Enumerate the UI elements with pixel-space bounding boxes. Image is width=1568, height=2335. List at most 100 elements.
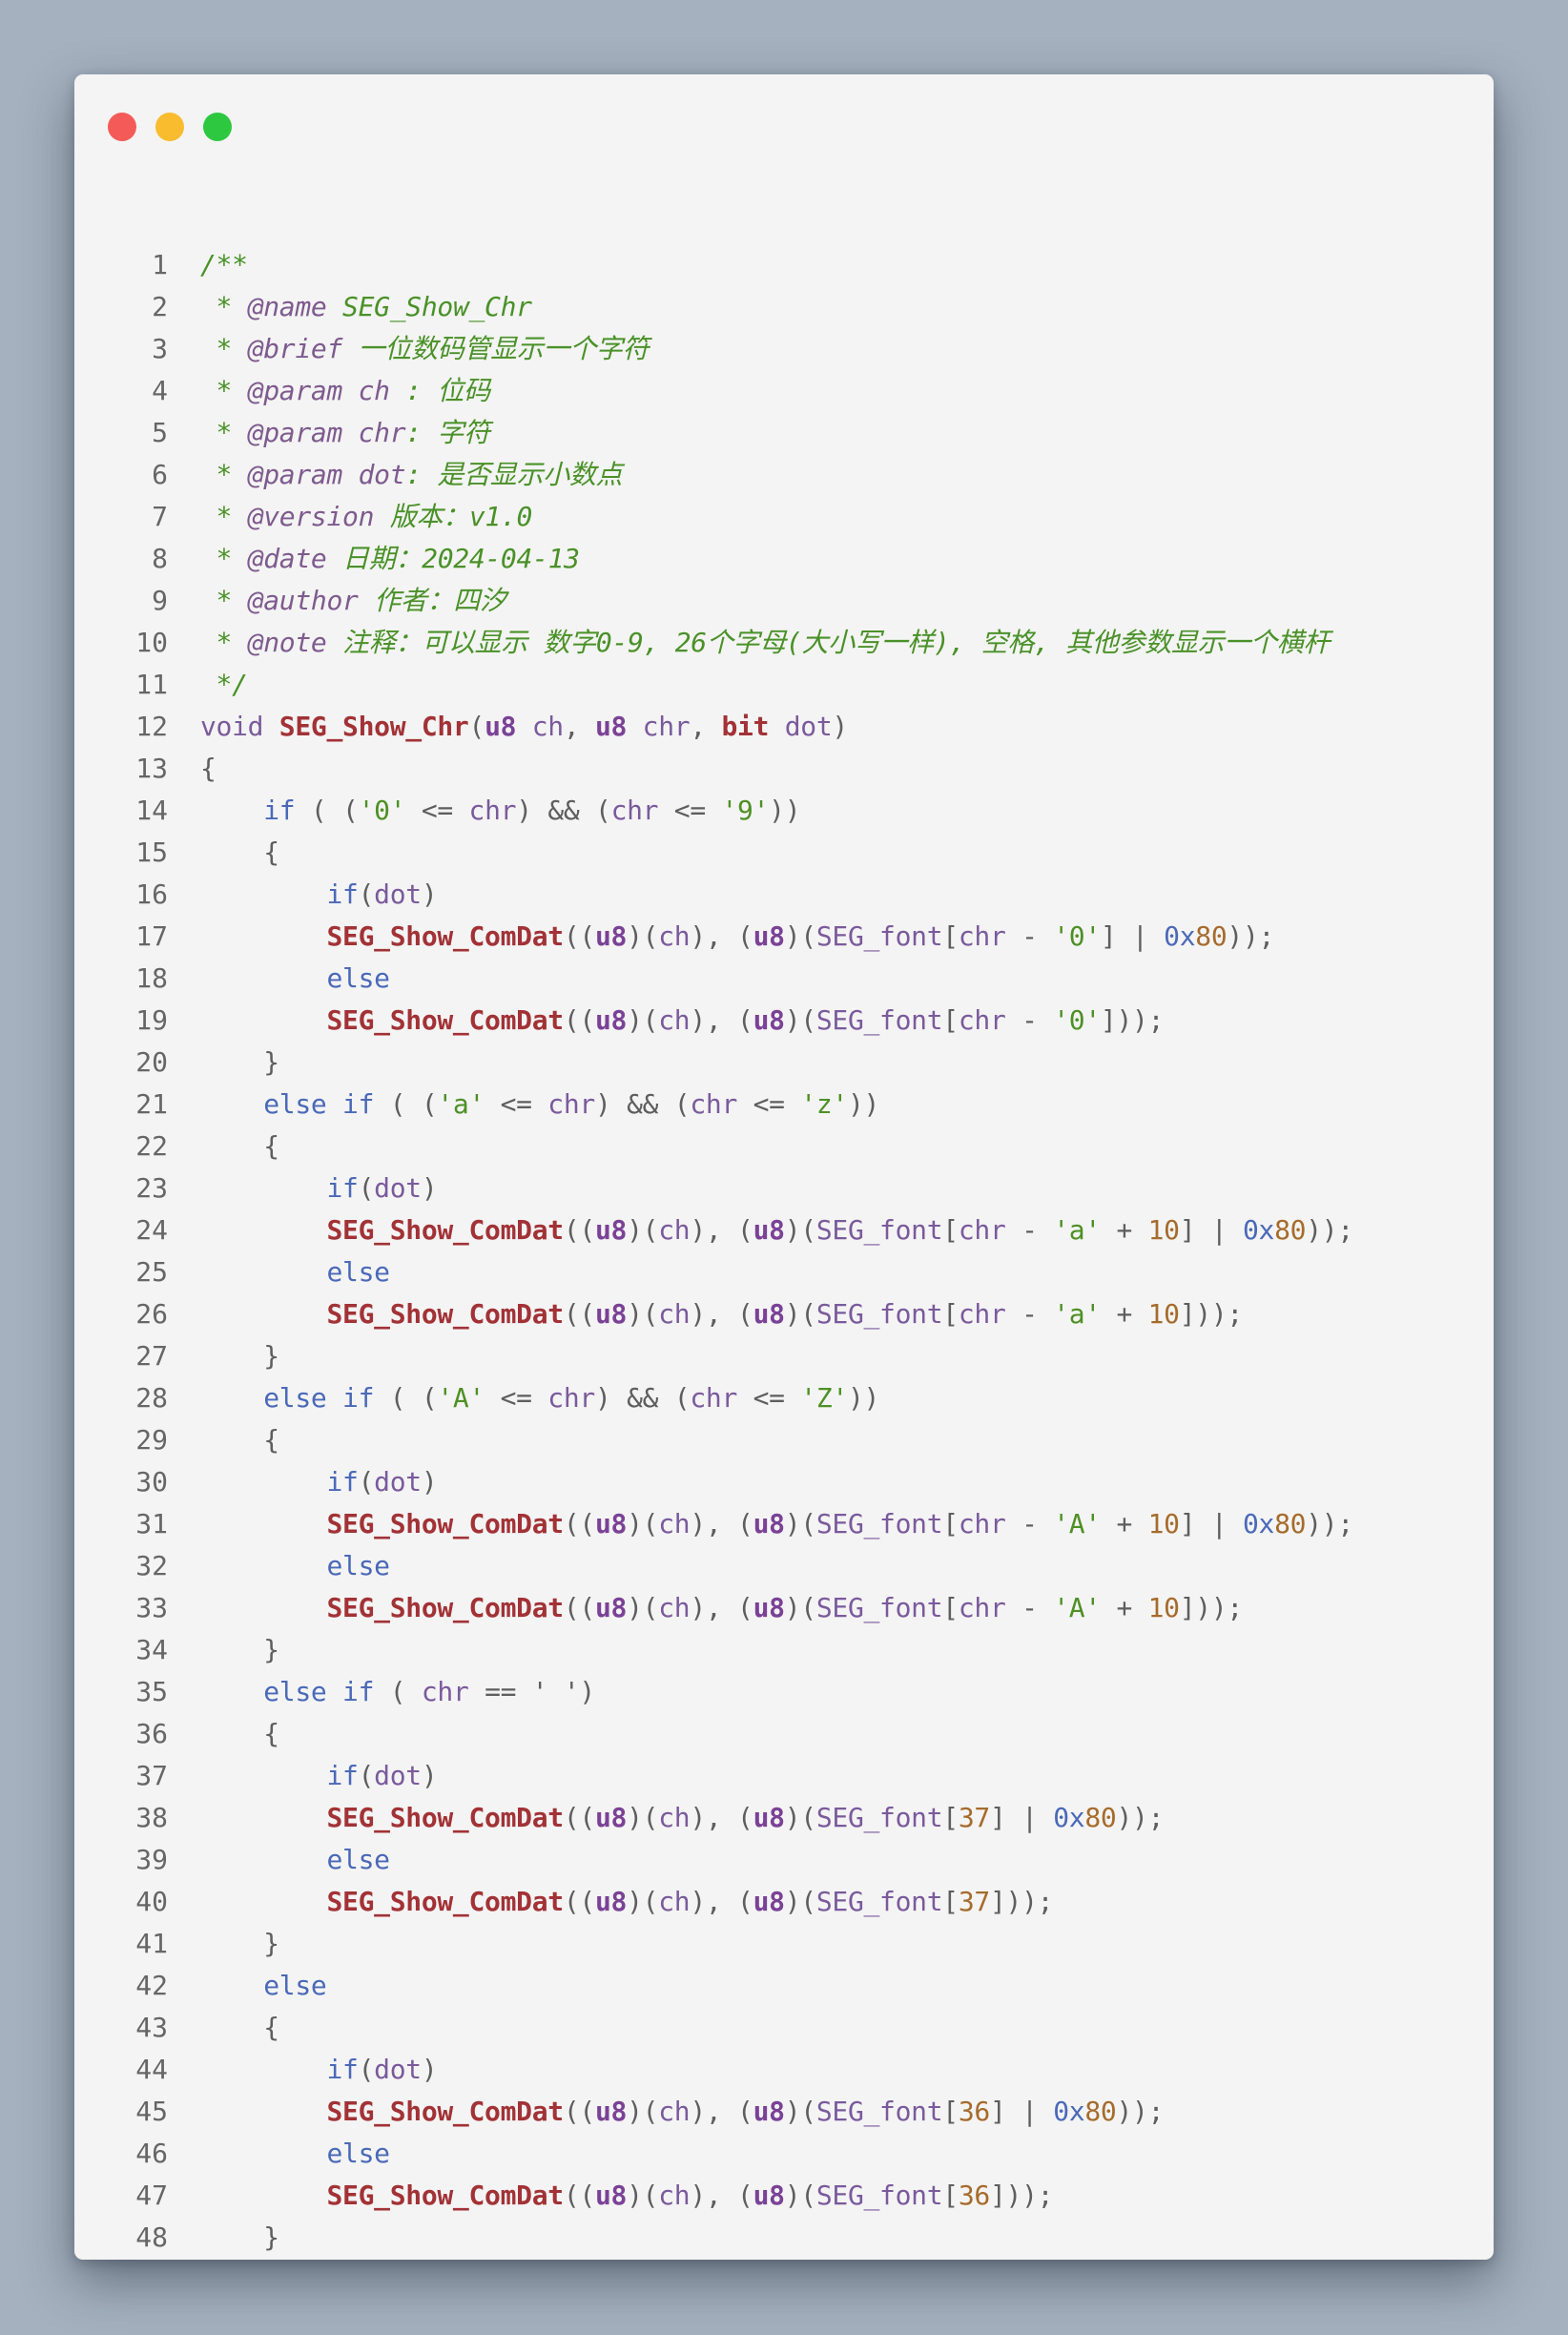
- code-token-plain: ,: [563, 711, 595, 742]
- maximize-button[interactable]: [203, 113, 232, 141]
- code-token-plain: )(: [784, 1886, 816, 1917]
- code-text: }: [200, 1923, 279, 1965]
- code-token-tag: @param chr: [247, 417, 406, 448]
- line-number: 18: [135, 962, 168, 994]
- code-token-type: u8: [594, 1298, 628, 1330]
- code-text: else: [200, 1545, 390, 1587]
- code-token-plain: -: [1005, 1592, 1054, 1623]
- code-token-plain: )(: [627, 1298, 659, 1330]
- code-token-ident: chr: [610, 795, 659, 826]
- code-token-ident: chr: [627, 711, 691, 742]
- code-token-ident: ch: [658, 1508, 691, 1539]
- code-token-plain: {: [200, 1424, 279, 1456]
- code-token-plain: ): [421, 1466, 438, 1498]
- minimize-button[interactable]: [155, 113, 184, 141]
- line-number: 48: [135, 2221, 168, 2253]
- code-token-string: 'z': [800, 1088, 848, 1120]
- code-token-plain: [: [942, 2180, 959, 2211]
- code-token-plain: [: [942, 1214, 959, 1246]
- code-token-plain: ]));: [1179, 1592, 1244, 1623]
- code-token-string: 'a': [1053, 1298, 1101, 1330]
- code-text: else: [200, 2133, 390, 2175]
- code-token-comment: 注释：可以显示 数字0-9, 26个字母(大小写一样), 空格, 其他参数显示一…: [326, 627, 1331, 658]
- code-token-plain: ] |: [1100, 920, 1165, 952]
- code-text: }: [200, 1335, 279, 1377]
- line-number: 22: [135, 1130, 168, 1162]
- code-token-tag: @version: [247, 501, 375, 532]
- code-token-plain: ) && (: [516, 795, 611, 826]
- code-line: 49}: [74, 2259, 217, 2260]
- code-token-type: u8: [594, 1214, 628, 1246]
- code-token-type: u8: [753, 1214, 785, 1246]
- code-line: 39 else: [74, 1839, 390, 1881]
- code-token-plain: {: [200, 1130, 279, 1162]
- code-token-plain: ((: [563, 1004, 595, 1036]
- code-token-keyword: if: [326, 1760, 359, 1791]
- code-token-comment: SEG_Show_Chr: [326, 291, 532, 322]
- code-line: 34 }: [74, 1629, 279, 1671]
- line-number: 45: [135, 2096, 168, 2127]
- line-number: 35: [135, 1676, 168, 1707]
- line-number: 3: [152, 333, 168, 364]
- close-button[interactable]: [108, 113, 136, 141]
- code-token-ident: chr: [690, 1088, 738, 1120]
- code-token-plain: )(: [784, 1004, 816, 1036]
- code-token-plain: ): [421, 2054, 438, 2085]
- code-token-ident: dot: [769, 711, 833, 742]
- code-token-plain: ), (: [690, 920, 753, 952]
- line-number: 23: [135, 1172, 168, 1204]
- code-text: SEG_Show_ComDat((u8)(ch), (u8)(SEG_font[…: [200, 1587, 1243, 1629]
- code-line: 29 {: [74, 1419, 279, 1461]
- code-token-plain: {: [200, 753, 217, 784]
- code-text: * @brief 一位数码管显示一个字符: [200, 328, 650, 370]
- line-number: 43: [135, 2012, 168, 2043]
- code-line: 37 if(dot): [74, 1755, 437, 1797]
- code-token-comment: : 字符: [405, 417, 490, 448]
- code-line: 43 {: [74, 2007, 279, 2049]
- code-text: {: [200, 1713, 279, 1755]
- code-line: 44 if(dot): [74, 2049, 437, 2091]
- code-token-plain: [: [942, 920, 959, 952]
- code-line: 6 * @param dot: 是否显示小数点: [74, 454, 622, 496]
- code-line: 47 SEG_Show_ComDat((u8)(ch), (u8)(SEG_fo…: [74, 2175, 1053, 2217]
- code-token-tag: @author: [247, 585, 359, 616]
- code-line: 35 else if ( chr == ' '): [74, 1671, 595, 1713]
- line-number: 44: [135, 2054, 168, 2085]
- code-text: else: [200, 1965, 327, 2007]
- code-token-comment: *: [200, 417, 248, 448]
- code-token-plain: ): [421, 878, 438, 910]
- code-token-tag: @param dot: [247, 459, 406, 490]
- code-token-plain: )(: [627, 2096, 659, 2127]
- code-token-hex: 0x: [1053, 1802, 1085, 1833]
- code-text: if(dot): [200, 1461, 437, 1503]
- line-number: 28: [135, 1382, 168, 1414]
- code-token-plain: (: [374, 1676, 422, 1707]
- window-title-bar: [74, 74, 1494, 170]
- code-token-string: 'A': [1053, 1592, 1101, 1623]
- code-token-ident: chr: [958, 1298, 1006, 1330]
- code-token-keyword: else: [326, 962, 390, 994]
- line-number: 4: [152, 375, 168, 406]
- line-number: 15: [135, 837, 168, 868]
- code-text: else if ( chr == ' '): [200, 1671, 595, 1713]
- code-text: if(dot): [200, 1168, 437, 1209]
- code-token-ident: void: [200, 711, 279, 742]
- line-number: 6: [152, 459, 168, 490]
- code-token-plain: ), (: [690, 1802, 753, 1833]
- code-token-plain: ] |: [989, 2096, 1054, 2127]
- code-token-comment: : 位码: [389, 375, 490, 406]
- code-token-number: 10: [1147, 1214, 1180, 1246]
- code-token-comment: *: [200, 333, 248, 364]
- code-line: 21 else if ( ('a' <= chr) && (chr <= 'z'…: [74, 1084, 879, 1126]
- code-token-plain: ((: [563, 1298, 595, 1330]
- code-token-plain: <=: [737, 1382, 801, 1414]
- code-token-ident: SEG_font: [815, 1592, 943, 1623]
- code-token-plain: ): [421, 1172, 438, 1204]
- code-text: * @date 日期：2024-04-13: [200, 538, 580, 580]
- code-line: 16 if(dot): [74, 874, 437, 916]
- code-token-ident: chr: [547, 1382, 595, 1414]
- line-number: 30: [135, 1466, 168, 1498]
